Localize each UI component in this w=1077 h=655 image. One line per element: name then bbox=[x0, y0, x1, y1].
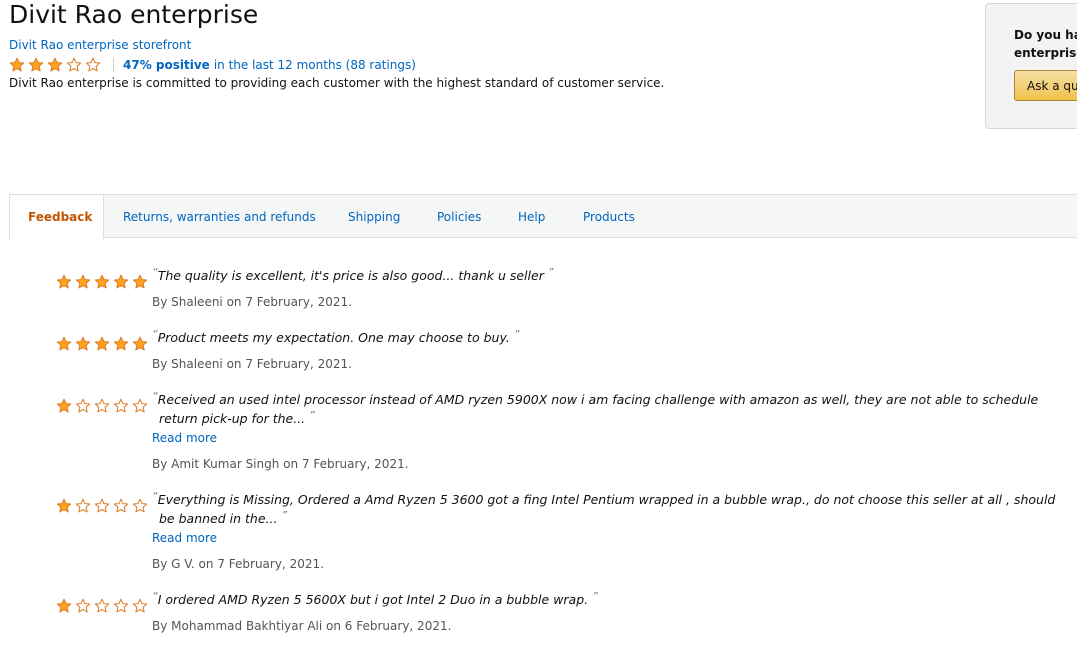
star-empty-icon bbox=[94, 398, 110, 414]
star-filled-icon bbox=[56, 498, 72, 514]
review-quote-text: Everything is Missing, Ordered a Amd Ryz… bbox=[157, 492, 1056, 526]
question-line-1: Do you hav bbox=[1014, 28, 1077, 42]
ask-question-button[interactable]: Ask a qu bbox=[1014, 70, 1077, 101]
review-rating-stars bbox=[56, 274, 151, 290]
review-quote: “Received an used intel processor instea… bbox=[152, 390, 1039, 426]
review-quote: “The quality is excellent, it's price is… bbox=[152, 266, 554, 283]
star-empty-icon bbox=[75, 398, 91, 414]
star-empty-icon bbox=[132, 398, 148, 414]
tab-shipping[interactable]: Shipping bbox=[348, 195, 400, 238]
seller-rating-stars[interactable] bbox=[9, 57, 104, 73]
seller-tabs: Feedback Returns, warranties and refunds… bbox=[9, 194, 1077, 239]
star-filled-icon bbox=[47, 57, 63, 73]
star-filled-icon bbox=[28, 57, 44, 73]
tab-returns-warranties-refunds[interactable]: Returns, warranties and refunds bbox=[123, 195, 316, 238]
star-filled-icon bbox=[94, 336, 110, 352]
review-byline: By Shaleeni on 7 February, 2021. bbox=[152, 357, 352, 371]
star-filled-icon bbox=[132, 274, 148, 290]
star-empty-icon bbox=[66, 57, 82, 73]
star-empty-icon bbox=[113, 398, 129, 414]
star-filled-icon bbox=[56, 274, 72, 290]
read-more-link[interactable]: Read more bbox=[152, 431, 217, 445]
star-empty-icon bbox=[132, 598, 148, 614]
star-empty-icon bbox=[94, 498, 110, 514]
star-empty-icon bbox=[75, 598, 91, 614]
tab-policies[interactable]: Policies bbox=[437, 195, 481, 238]
star-filled-icon bbox=[75, 336, 91, 352]
review-quote: “I ordered AMD Ryzen 5 5600X but i got I… bbox=[152, 590, 598, 607]
seller-description: Divit Rao enterprise is committed to pro… bbox=[9, 76, 665, 90]
review-rating-stars bbox=[56, 398, 151, 414]
review-byline: By Amit Kumar Singh on 7 February, 2021. bbox=[152, 457, 409, 471]
review-quote-text: The quality is excellent, it's price is … bbox=[157, 268, 544, 283]
star-filled-icon bbox=[113, 336, 129, 352]
star-empty-icon bbox=[113, 498, 129, 514]
question-prompt: Do you hav enterprise bbox=[1014, 26, 1077, 62]
star-filled-icon bbox=[9, 57, 25, 73]
star-filled-icon bbox=[113, 274, 129, 290]
review-byline: By Mohammad Bakhtiyar Ali on 6 February,… bbox=[152, 619, 452, 633]
review-rating-stars bbox=[56, 598, 151, 614]
star-filled-icon bbox=[75, 274, 91, 290]
review-quote-text: Received an used intel processor instead… bbox=[157, 392, 1039, 426]
star-filled-icon bbox=[56, 398, 72, 414]
star-empty-icon bbox=[85, 57, 101, 73]
star-filled-icon bbox=[56, 598, 72, 614]
rating-positive-link[interactable]: 47% positive bbox=[123, 58, 210, 72]
review-quote: “Product meets my expectation. One may c… bbox=[152, 328, 520, 345]
tab-help[interactable]: Help bbox=[518, 195, 545, 238]
question-line-2: enterprise bbox=[1014, 46, 1077, 60]
seller-name: Divit Rao enterprise bbox=[9, 0, 259, 29]
star-empty-icon bbox=[132, 498, 148, 514]
rating-period-link[interactable]: in the last 12 months (88 ratings) bbox=[214, 58, 416, 72]
star-filled-icon bbox=[94, 274, 110, 290]
review-quote-text: Product meets my expectation. One may ch… bbox=[157, 330, 510, 345]
star-empty-icon bbox=[75, 498, 91, 514]
tab-feedback[interactable]: Feedback bbox=[9, 195, 104, 239]
seller-rating-row: 47% positive in the last 12 months (88 r… bbox=[9, 57, 416, 73]
review-rating-stars bbox=[56, 336, 151, 352]
divider bbox=[113, 58, 114, 72]
star-filled-icon bbox=[132, 336, 148, 352]
star-empty-icon bbox=[94, 598, 110, 614]
review-byline: By Shaleeni on 7 February, 2021. bbox=[152, 295, 352, 309]
review-quote: “Everything is Missing, Ordered a Amd Ry… bbox=[152, 490, 1056, 526]
ask-question-box: Do you hav enterprise Ask a qu bbox=[985, 3, 1077, 129]
review-rating-stars bbox=[56, 498, 151, 514]
tab-products[interactable]: Products bbox=[583, 195, 635, 238]
review-byline: By G V. on 7 February, 2021. bbox=[152, 557, 324, 571]
star-filled-icon bbox=[56, 336, 72, 352]
review-quote-text: I ordered AMD Ryzen 5 5600X but i got In… bbox=[157, 592, 589, 607]
storefront-link[interactable]: Divit Rao enterprise storefront bbox=[9, 38, 191, 52]
read-more-link[interactable]: Read more bbox=[152, 531, 217, 545]
star-empty-icon bbox=[113, 598, 129, 614]
